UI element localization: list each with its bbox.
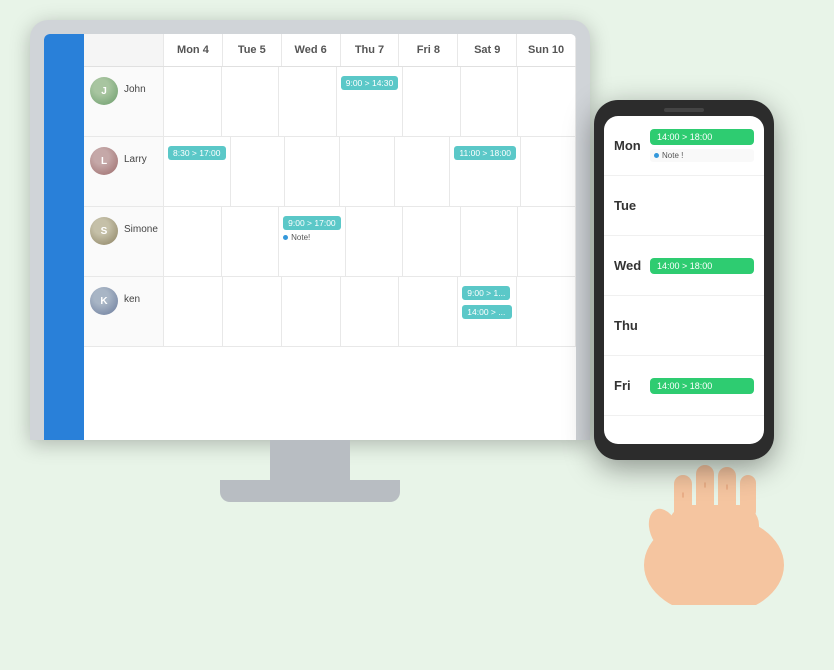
day-fri-simone: [403, 207, 461, 276]
monitor-stand-neck: [270, 440, 350, 480]
day-sun-simone: [518, 207, 576, 276]
day-sat-larry: 11:00 > 18:00: [450, 137, 521, 206]
note-text: Note !: [662, 151, 683, 160]
phone-day-label: Fri: [614, 378, 650, 393]
person-name: ken: [124, 294, 140, 305]
day-mon-john: [164, 67, 222, 136]
screen-sidebar: [44, 34, 84, 440]
day-wed-larry: [285, 137, 340, 206]
day-fri-ken: [399, 277, 458, 346]
header-mon: Mon 4: [164, 34, 223, 66]
day-thu-simone: [346, 207, 404, 276]
table-row: J John 9:00 > 14:30: [84, 67, 576, 137]
dot-icon: [654, 153, 659, 158]
event-badge: 11:00 > 18:00: [454, 146, 516, 160]
day-thu-ken: [341, 277, 400, 346]
person-cell-larry: L Larry: [84, 137, 164, 206]
person-name: Simone: [124, 224, 158, 235]
day-tue-ken: [223, 277, 282, 346]
avatar: J: [90, 77, 118, 105]
calendar-main: Mon 4 Tue 5 Wed 6 Thu 7 Fri 8 Sat 9 Sun …: [84, 34, 576, 440]
monitor: Mon 4 Tue 5 Wed 6 Thu 7 Fri 8 Sat 9 Sun …: [30, 20, 590, 502]
header-thu: Thu 7: [341, 34, 400, 66]
event-badge: 8:30 > 17:00: [168, 146, 226, 160]
day-tue-john: [222, 67, 280, 136]
phone-row-thu: Thu: [604, 296, 764, 356]
day-mon-simone: [164, 207, 222, 276]
header-tue: Tue 5: [223, 34, 282, 66]
phone-body: Mon 14:00 > 18:00 Note ! Tue Wed 14:00: [594, 100, 774, 460]
day-sat-simone: [461, 207, 519, 276]
phone-badge: 14:00 > 18:00: [650, 258, 754, 274]
table-row: L Larry 8:30 > 17:00 11:00 > 18:00: [84, 137, 576, 207]
day-tue-simone: [222, 207, 280, 276]
day-mon-ken: [164, 277, 223, 346]
phone-day-label: Tue: [614, 198, 650, 213]
phone-events-fri: 14:00 > 18:00: [650, 378, 754, 394]
dot-icon: [283, 235, 288, 240]
day-sun-ken: [517, 277, 576, 346]
phone-note: Note !: [650, 149, 754, 162]
phone-row-fri: Fri 14:00 > 18:00: [604, 356, 764, 416]
event-note: Note!: [283, 233, 341, 242]
day-thu-larry: [340, 137, 395, 206]
header-empty: [84, 34, 164, 66]
event-badge: 9:00 > 1...: [462, 286, 510, 300]
calendar-header: Mon 4 Tue 5 Wed 6 Thu 7 Fri 8 Sat 9 Sun …: [84, 34, 576, 67]
table-row: S Simone 9:00 > 17:00 Note!: [84, 207, 576, 277]
phone-day-label: Thu: [614, 318, 650, 333]
day-mon-larry: 8:30 > 17:00: [164, 137, 231, 206]
phone: Mon 14:00 > 18:00 Note ! Tue Wed 14:00: [594, 100, 774, 460]
header-sun: Sun 10: [517, 34, 576, 66]
avatar: S: [90, 217, 118, 245]
phone-day-label: Wed: [614, 258, 650, 273]
phone-row-wed: Wed 14:00 > 18:00: [604, 236, 764, 296]
day-sun-john: [518, 67, 576, 136]
phone-events-mon: 14:00 > 18:00 Note !: [650, 129, 754, 162]
phone-row-mon: Mon 14:00 > 18:00 Note !: [604, 116, 764, 176]
table-row: K ken 9:00 > 1... 14:00 > ...: [84, 277, 576, 347]
day-fri-john: [403, 67, 461, 136]
header-wed: Wed 6: [282, 34, 341, 66]
event-badge: 9:00 > 17:00: [283, 216, 341, 230]
calendar-body: J John 9:00 > 14:30: [84, 67, 576, 440]
day-wed-ken: [282, 277, 341, 346]
header-fri: Fri 8: [399, 34, 458, 66]
monitor-body: Mon 4 Tue 5 Wed 6 Thu 7 Fri 8 Sat 9 Sun …: [30, 20, 590, 440]
phone-row-tue: Tue: [604, 176, 764, 236]
person-cell-ken: K ken: [84, 277, 164, 346]
phone-badge: 14:00 > 18:00: [650, 378, 754, 394]
event-badge: 9:00 > 14:30: [341, 76, 399, 90]
day-sun-larry: [521, 137, 576, 206]
day-wed-john: [279, 67, 337, 136]
day-wed-simone: 9:00 > 17:00 Note!: [279, 207, 346, 276]
phone-badge: 14:00 > 18:00: [650, 129, 754, 145]
avatar: L: [90, 147, 118, 175]
phone-screen: Mon 14:00 > 18:00 Note ! Tue Wed 14:00: [604, 116, 764, 444]
person-cell-john: J John: [84, 67, 164, 136]
person-cell-simone: S Simone: [84, 207, 164, 276]
header-sat: Sat 9: [458, 34, 517, 66]
note-text: Note!: [291, 233, 310, 242]
day-sat-ken: 9:00 > 1... 14:00 > ...: [458, 277, 517, 346]
day-sat-john: [461, 67, 519, 136]
monitor-screen: Mon 4 Tue 5 Wed 6 Thu 7 Fri 8 Sat 9 Sun …: [44, 34, 576, 440]
event-badge: 14:00 > ...: [462, 305, 512, 319]
day-thu-john: 9:00 > 14:30: [337, 67, 404, 136]
monitor-stand-base: [220, 480, 400, 502]
phone-events-wed: 14:00 > 18:00: [650, 258, 754, 274]
person-name: John: [124, 84, 146, 95]
day-tue-larry: [231, 137, 286, 206]
person-name: Larry: [124, 154, 147, 165]
avatar: K: [90, 287, 118, 315]
phone-day-label: Mon: [614, 138, 650, 153]
day-fri-larry: [395, 137, 450, 206]
